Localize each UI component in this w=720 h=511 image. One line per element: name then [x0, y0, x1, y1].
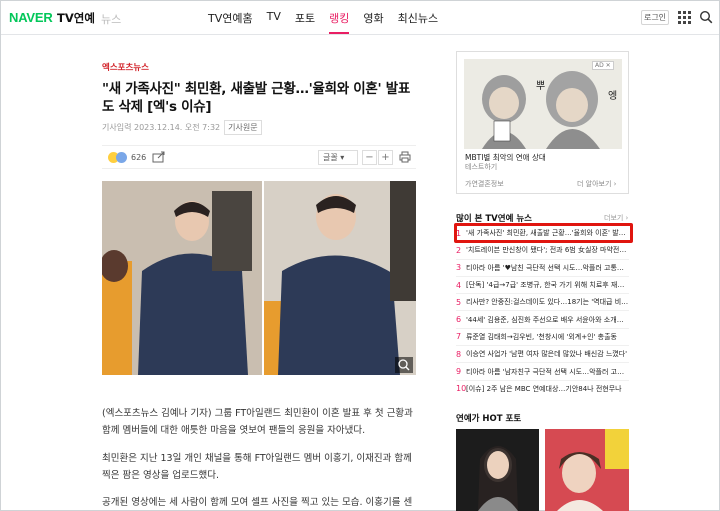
zoom-icon[interactable]	[395, 357, 413, 373]
list-item[interactable]: 10 [이슈] 2주 남은 MBC 연예대상…기안84나 전현무나	[456, 379, 629, 397]
rank-number: 8	[456, 349, 462, 359]
rank-number: 3	[456, 263, 462, 273]
nav-item-photo[interactable]: 포토	[295, 10, 315, 34]
original-article-button[interactable]: 기사원문	[224, 120, 262, 135]
font-select[interactable]: 글꼴 ▾	[318, 150, 358, 165]
rank-number: 5	[456, 297, 462, 307]
news-title[interactable]: 이승연 사업가 '남편 여자 많은데 많았나 배신감 느꼈다'	[466, 349, 627, 359]
news-title[interactable]: '치트레이븐 만신창이 됐다'; 전과 6범 女실장 마약전…	[466, 245, 626, 255]
nav-item-ranking[interactable]: 랭킹	[329, 10, 349, 34]
nav-item-tv[interactable]: TV	[267, 10, 281, 34]
article-date: 2023.12.14. 오전 7:32	[134, 123, 221, 132]
font-size-decrease-button[interactable]: −	[362, 150, 377, 165]
naver-logo[interactable]: NAVER	[9, 10, 53, 25]
news-title[interactable]: [단독] '4급→7급' 조병규, 한국 가기 위해 치료후 재활…	[466, 280, 629, 290]
rank-number: 9	[456, 367, 462, 377]
svg-text:뿌: 뿌	[536, 81, 545, 92]
apps-grid-icon[interactable]	[678, 11, 691, 24]
hot-photo-thumbnail[interactable]	[545, 429, 629, 511]
list-item[interactable]: 4 [단독] '4급→7급' 조병규, 한국 가기 위해 치료후 재활…	[456, 275, 629, 293]
news-title[interactable]: 리사만? 안중진:걸스데이도 있다…18기는 '역대급 비주…	[466, 297, 629, 307]
list-item[interactable]: 2 '치트레이븐 만신창이 됐다'; 전과 6범 女실장 마약전…	[456, 241, 629, 258]
list-item[interactable]: 3 티아라 아름 '♥남친 극단적 선택 시도…악플러 고통힘…	[456, 258, 629, 276]
popular-news-list: 1 '새 가족사진' 최민환, 새출발 근황…'율희와 이혼' 발표… 2 '치트레…	[456, 224, 629, 397]
news-title[interactable]: 티아라 아름 '남자친구 극단적 선택 시도…악플러 고통힘…	[466, 367, 629, 377]
print-icon[interactable]	[399, 151, 411, 163]
date-label: 기사입력	[102, 123, 132, 132]
rank-number: 6	[456, 315, 462, 325]
article-toolbar: 626 글꼴 ▾ − +	[102, 145, 416, 169]
list-item[interactable]: 6 '44세' 김용준, 심진화 주선으로 배우 서윤아와 소개팅 '…	[456, 310, 629, 327]
list-item[interactable]: 8 이승연 사업가 '남편 여자 많은데 많았나 배신감 느꼈다'	[456, 345, 629, 362]
list-item[interactable]: 9 티아라 아름 '남자친구 극단적 선택 시도…악플러 고통힘…	[456, 362, 629, 379]
ad-subtitle: 테스트하기	[465, 163, 498, 171]
ad-close-badge[interactable]: AD ✕	[592, 61, 614, 70]
share-icon[interactable]	[152, 151, 166, 163]
ad-banner[interactable]: 뿌 엥 AD ✕ MBTI별 최악의 연애 상대 테스트하기 가연결혼정보 더 …	[456, 51, 629, 194]
login-button[interactable]: 로그인	[641, 10, 669, 25]
ad-image: 뿌 엥	[464, 59, 622, 149]
list-item[interactable]: 5 리사만? 안중진:걸스데이도 있다…18기는 '역대급 비주…	[456, 293, 629, 310]
highlight-box	[454, 223, 633, 243]
news-title[interactable]: [이슈] 2주 남은 MBC 연예대상…기안84나 전현무나	[466, 384, 622, 394]
top-navigation-bar: NAVER TV연예 뉴스 TV연예홈 TV 포토 랭킹 영화 최신뉴스 로그인	[1, 1, 719, 35]
nav-item-home[interactable]: TV연예홈	[208, 10, 253, 34]
search-icon[interactable]	[699, 10, 713, 24]
rank-number: 4	[456, 280, 462, 290]
news-title[interactable]: 류준열 김태희→김우빈, '천창시에 '외계+인' 총출동	[466, 332, 617, 342]
ad-more-link[interactable]: 더 알아보기 ›	[577, 179, 616, 189]
news-title[interactable]: 티아라 아름 '♥남친 극단적 선택 시도…악플러 고통힘…	[466, 263, 629, 273]
article-paragraph-3: 공개된 영상에는 세 사람이 함께 모여 셀프 사진을 찍고 있는 모습. 이홍…	[102, 497, 413, 508]
main-nav: TV연예홈 TV 포토 랭킹 영화 최신뉴스	[208, 10, 452, 34]
rank-number: 10	[456, 384, 467, 394]
font-size-increase-button[interactable]: +	[378, 150, 393, 165]
article-meta: 기사입력 2023.12.14. 오전 7:32 기사원문	[102, 120, 262, 135]
popular-more-link[interactable]: 더보기 ›	[604, 213, 628, 223]
hot-photo-thumbnail[interactable]	[456, 429, 539, 511]
news-link[interactable]: 뉴스	[101, 11, 121, 27]
ad-sponsor: 가연결혼정보	[465, 180, 504, 188]
article-paragraph-2: 최민환은 지난 13일 개인 채널을 통해 FT아일랜드 멤버 이홍기, 이재진…	[102, 453, 412, 481]
photo-image	[102, 181, 416, 375]
svg-text:엥: 엥	[608, 90, 617, 102]
font-label: 글꼴	[323, 153, 338, 162]
article-paragraph-1: (엑스포츠뉴스 김예나 기자) 그룹 FT아일랜드 최민환이 이혼 발표 후 첫…	[102, 408, 413, 436]
press-logo[interactable]: 엑스포츠뉴스	[102, 61, 149, 73]
list-item[interactable]: 7 류준열 김태희→김우빈, '천창시에 '외계+인' 총출동	[456, 327, 629, 345]
section-title[interactable]: TV연예	[57, 10, 95, 26]
reaction-count: 626	[131, 153, 147, 162]
article-photo[interactable]	[102, 181, 416, 375]
nav-item-latest[interactable]: 최신뉴스	[398, 10, 438, 34]
reaction-button[interactable]: 626	[108, 152, 146, 163]
sad-emoji-icon	[116, 152, 127, 163]
news-title[interactable]: '44세' 김용준, 심진화 주선으로 배우 서윤아와 소개팅 '…	[466, 315, 629, 325]
article-title: "새 가족사진" 최민환, 새출발 근황…'율희와 이혼' 발표도 삭제 [엑'…	[102, 81, 410, 115]
rank-number: 7	[456, 332, 462, 342]
rank-number: 2	[456, 245, 462, 255]
hot-photo-heading: 연예가 HOT 포토	[456, 414, 522, 424]
nav-item-movie[interactable]: 영화	[363, 10, 383, 34]
